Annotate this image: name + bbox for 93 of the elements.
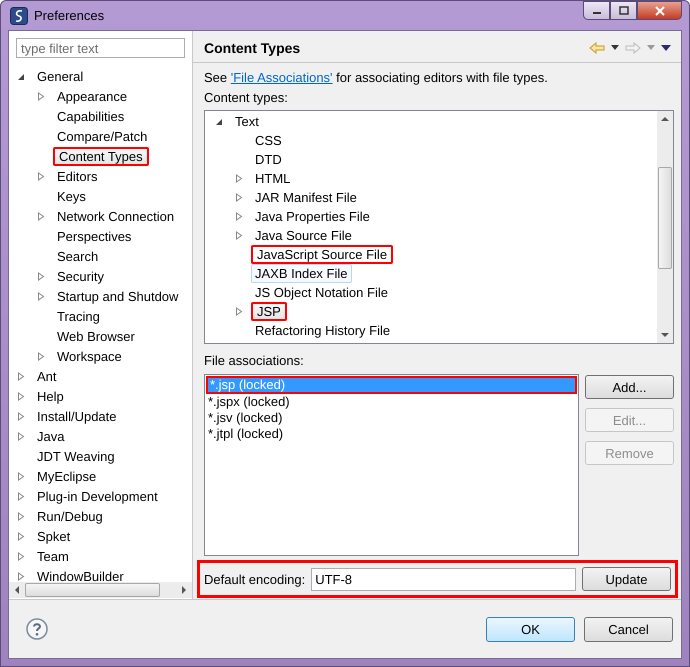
expand-icon[interactable] [17, 512, 25, 520]
tree-item[interactable]: General [33, 66, 88, 86]
expand-icon[interactable] [37, 352, 45, 360]
expand-icon[interactable] [235, 174, 243, 183]
tree-item[interactable]: Team [33, 546, 73, 566]
file-associations-label: File associations: [204, 353, 305, 368]
content-type-item[interactable]: JavaScript Source File [251, 245, 394, 264]
content-type-item[interactable]: JS Object Notation File [251, 283, 392, 302]
horizontal-scrollbar[interactable] [9, 582, 192, 598]
ok-button[interactable]: OK [486, 616, 575, 642]
content-type-item[interactable]: JAXB Index File [251, 264, 352, 283]
content-type-item[interactable]: Java Source File [251, 226, 356, 245]
back-arrow-icon[interactable] [589, 42, 605, 54]
close-button[interactable] [637, 1, 682, 20]
tree-item[interactable]: Tracing [53, 306, 104, 326]
tree-item[interactable]: Capabilities [53, 106, 128, 126]
description-text: See 'File Associations' for associating editors with file types. [204, 70, 549, 85]
expand-icon[interactable] [235, 307, 243, 316]
window-title: Preferences [34, 8, 104, 23]
tree-item[interactable]: WindowBuilder [33, 566, 128, 582]
help-icon[interactable] [26, 618, 48, 640]
content-type-item[interactable]: JAR Manifest File [251, 188, 361, 207]
expand-icon[interactable] [17, 572, 25, 580]
tree-item[interactable]: Web Browser [53, 326, 139, 346]
file-associations-link[interactable]: 'File Associations' [230, 70, 333, 85]
expand-icon[interactable] [235, 193, 243, 202]
expand-icon[interactable] [37, 272, 45, 280]
file-association-item[interactable]: *.jspx (locked) [206, 394, 577, 410]
tree-item[interactable]: Keys [53, 186, 90, 206]
content-type-item[interactable]: Java Properties File [251, 207, 374, 226]
update-button[interactable]: Update [582, 567, 671, 591]
file-association-item[interactable]: *.jsv (locked) [206, 410, 577, 426]
tree-item[interactable]: Content Types [53, 146, 149, 166]
content-type-item[interactable]: Refactoring History File [251, 321, 394, 340]
expand-icon[interactable] [37, 212, 45, 220]
expand-icon[interactable] [17, 472, 25, 480]
tree-item[interactable]: MyEclipse [33, 466, 100, 486]
tree-item[interactable]: Spket [33, 526, 74, 546]
content-type-item[interactable]: CSS [251, 131, 286, 150]
expand-icon[interactable] [37, 292, 45, 300]
close-icon [654, 6, 666, 16]
list-action-button[interactable]: Add... [585, 375, 674, 399]
content-type-item[interactable]: Text [231, 112, 263, 131]
tree-item[interactable]: Run/Debug [33, 506, 107, 526]
tree-item[interactable]: Java [33, 426, 68, 446]
vertical-scrollbar[interactable] [657, 111, 673, 343]
tree-item[interactable]: Workspace [53, 346, 126, 366]
tree-item[interactable]: Startup and Shutdow [53, 286, 182, 306]
tree-item[interactable]: Search [53, 246, 102, 266]
tree-item[interactable]: Install/Update [33, 406, 120, 426]
content-type-item[interactable]: HTML [251, 169, 294, 188]
scroll-left-icon[interactable] [14, 586, 20, 594]
default-encoding-label: Default encoding: [204, 572, 306, 586]
maximize-icon [618, 6, 628, 15]
content-types-label: Content types: [204, 90, 289, 105]
encoding-field[interactable]: UTF-8 [311, 568, 576, 590]
tree-item[interactable]: Plug-in Development [33, 486, 162, 506]
tree-item[interactable]: JDT Weaving [33, 446, 119, 466]
expand-icon[interactable] [17, 432, 25, 440]
tree-item[interactable]: Compare/Patch [53, 126, 152, 146]
maximize-button[interactable] [610, 1, 637, 20]
tree-item[interactable]: Network Connection [53, 206, 178, 226]
cancel-button[interactable]: Cancel [584, 616, 673, 642]
expand-icon[interactable] [17, 412, 25, 420]
content-type-item[interactable]: DTD [251, 150, 286, 169]
view-menu-icon[interactable] [661, 44, 671, 50]
tree-item[interactable]: Perspectives [53, 226, 136, 246]
scroll-down-icon[interactable] [661, 332, 669, 338]
tree-item[interactable]: Security [53, 266, 108, 286]
page-title: Content Types [204, 40, 300, 56]
app-icon [10, 6, 28, 24]
expand-icon[interactable] [235, 231, 243, 240]
file-association-item[interactable]: *.jtpl (locked) [206, 426, 577, 442]
expand-icon[interactable] [17, 532, 25, 540]
expand-icon[interactable] [37, 92, 45, 100]
minimize-button[interactable] [583, 1, 610, 20]
tree-item[interactable]: Editors [53, 166, 102, 186]
filter-field[interactable]: type filter text [16, 38, 185, 58]
expand-icon[interactable] [17, 372, 25, 380]
scroll-up-icon[interactable] [661, 116, 669, 122]
expand-icon[interactable] [235, 212, 243, 221]
scroll-right-icon[interactable] [181, 586, 187, 594]
expand-icon[interactable] [17, 392, 25, 400]
dropdown-icon[interactable] [611, 45, 619, 50]
expand-icon[interactable] [37, 172, 45, 180]
collapse-icon[interactable] [215, 117, 223, 126]
tree-item[interactable]: Ant [33, 366, 61, 386]
expand-icon[interactable] [17, 492, 25, 500]
tree-item[interactable]: Help [33, 386, 68, 406]
expand-icon[interactable] [17, 552, 25, 560]
tree-item[interactable]: Appearance [53, 86, 132, 106]
collapse-icon[interactable] [17, 72, 25, 80]
content-type-item[interactable]: JSP [251, 302, 287, 321]
